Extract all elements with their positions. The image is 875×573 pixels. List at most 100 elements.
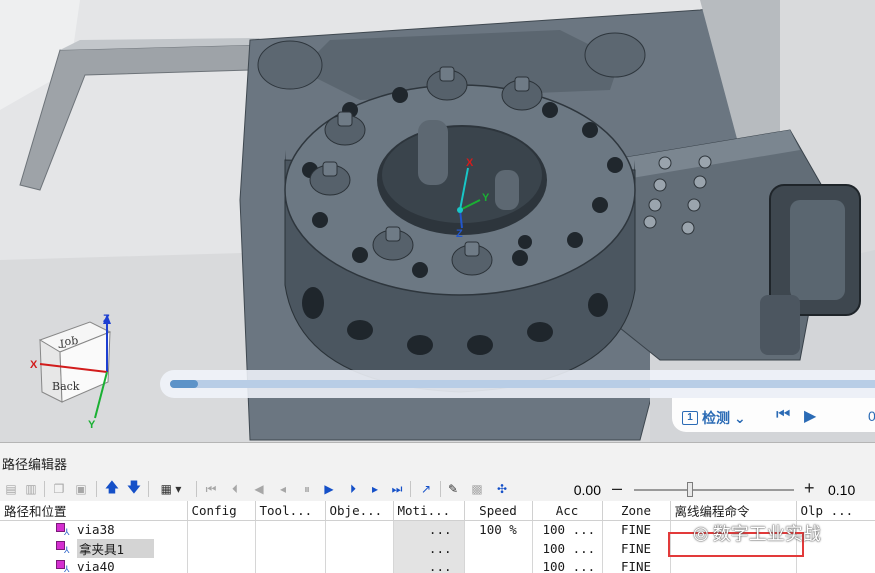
- go-last-icon[interactable]: ⏭: [388, 480, 406, 498]
- delete-row-icon[interactable]: ▥: [22, 480, 40, 498]
- motion-cell[interactable]: ...: [393, 538, 465, 558]
- target-icon: ⅄: [56, 522, 74, 537]
- acc-cell[interactable]: 100 ...: [532, 520, 603, 539]
- panel-title: 路径编辑器: [2, 457, 68, 472]
- step-back-icon[interactable]: ⏴: [226, 480, 244, 498]
- video-controls: 1 检测 ⌄ ⏮ ▶ 0: [672, 398, 875, 432]
- speed-cell[interactable]: [464, 557, 533, 573]
- target-name: via40: [77, 559, 115, 573]
- table-header-row: 路径和位置 Config Tool... Obje... Moti... Spe…: [0, 501, 875, 521]
- toolbar-divider: [410, 481, 411, 497]
- object-cell[interactable]: [325, 520, 394, 539]
- column-header[interactable]: 离线编程命令: [670, 501, 797, 521]
- column-header[interactable]: Obje...: [325, 501, 394, 521]
- video-progress-track[interactable]: [170, 380, 875, 388]
- slider-plus-button[interactable]: +: [804, 478, 815, 499]
- column-header[interactable]: Tool...: [255, 501, 326, 521]
- step-forward-icon[interactable]: ⏵: [344, 480, 362, 498]
- slider-minus-button[interactable]: –: [612, 478, 622, 499]
- speed-cell[interactable]: [464, 538, 533, 558]
- reverse-icon[interactable]: ◂: [274, 480, 292, 498]
- target-icon: ⅄: [56, 559, 74, 573]
- column-header[interactable]: Speed: [464, 501, 533, 521]
- 3d-viewport[interactable]: X Y Z Top Back Z X Y 1 检测 ⌄ ⏮ ▶ 0: [0, 0, 875, 442]
- target-name: 拿夹具1: [77, 538, 155, 558]
- chapter-selector[interactable]: 1 检测 ⌄: [682, 408, 746, 428]
- motion-cell[interactable]: ...: [393, 557, 465, 573]
- path-position-cell[interactable]: ⅄ via38: [0, 520, 188, 539]
- motion-cell[interactable]: ...: [393, 520, 465, 539]
- cube-top-label: Top: [58, 335, 79, 350]
- watermark: ◎ 数字工业实战: [693, 520, 821, 546]
- step-value[interactable]: 0.10: [828, 482, 855, 498]
- column-header[interactable]: Moti...: [393, 501, 465, 521]
- play-forward-icon[interactable]: ▶: [320, 480, 338, 498]
- video-time: 0: [868, 408, 875, 424]
- toolbar-divider: [440, 481, 441, 497]
- jump-to-target-icon[interactable]: ↗: [416, 480, 436, 498]
- cube-back-label: Back: [52, 380, 80, 393]
- path-position-cell[interactable]: ⅄ 拿夹具1: [0, 538, 188, 558]
- path-position-cell[interactable]: ⅄ via40: [0, 557, 188, 573]
- tool-x-label: X: [466, 157, 474, 169]
- simulation-time: 0.00: [573, 482, 601, 498]
- tool-cell[interactable]: [255, 538, 326, 558]
- go-first-icon[interactable]: ⏮: [202, 480, 220, 498]
- add-row-icon[interactable]: ▤: [2, 480, 20, 498]
- tool-y-label: Y: [482, 192, 490, 204]
- move-up-icon[interactable]: 🡅: [104, 479, 120, 498]
- edit-instruction-icon[interactable]: ✎: [444, 480, 462, 498]
- column-header[interactable]: 路径和位置: [0, 501, 188, 521]
- slider-track[interactable]: [634, 489, 794, 491]
- world-x-label: X: [30, 359, 38, 371]
- config-cell[interactable]: [187, 557, 256, 573]
- target-name: via38: [77, 522, 115, 538]
- tool-z-label: Z: [456, 228, 463, 240]
- grid-icon[interactable]: ▩: [468, 480, 486, 498]
- skip-back-icon[interactable]: ⏮: [776, 406, 790, 424]
- frame-align-icon[interactable]: ✣: [492, 480, 512, 498]
- toolbar-divider: [196, 481, 197, 497]
- zone-cell[interactable]: FINE: [602, 557, 671, 573]
- play-backward-icon[interactable]: ◀: [250, 480, 268, 498]
- chapter-number: 1: [682, 411, 698, 425]
- video-progress-bar[interactable]: [160, 370, 875, 398]
- paste-icon[interactable]: ▣: [72, 480, 90, 498]
- copy-icon[interactable]: ❐: [50, 480, 68, 498]
- object-cell[interactable]: [325, 538, 394, 558]
- column-header[interactable]: Config: [187, 501, 256, 521]
- video-progress-fill: [170, 380, 199, 388]
- zone-cell[interactable]: FINE: [602, 520, 671, 539]
- column-header[interactable]: Zone: [602, 501, 671, 521]
- columns-menu-icon[interactable]: ▦ ▾: [154, 480, 188, 498]
- chevron-down-icon: ⌄: [734, 409, 746, 426]
- target-icon: ⅄: [56, 541, 74, 556]
- view-cube[interactable]: Top Back: [38, 321, 112, 403]
- play-icon[interactable]: ▶: [804, 406, 816, 426]
- world-z-label: Z: [103, 313, 110, 325]
- config-cell[interactable]: [187, 538, 256, 558]
- slider-thumb[interactable]: [687, 482, 693, 497]
- column-header[interactable]: Acc: [532, 501, 603, 521]
- tool-cell[interactable]: [255, 557, 326, 573]
- world-y-label: Y: [88, 419, 96, 431]
- olp-cell[interactable]: [796, 557, 875, 573]
- tool-cell[interactable]: [255, 520, 326, 539]
- table-row[interactable]: ⅄ via40 ... 100 ... FINE: [0, 557, 875, 573]
- pause-icon[interactable]: ⏸: [298, 480, 316, 498]
- olp-command-cell[interactable]: [670, 557, 797, 573]
- time-slider[interactable]: – +: [612, 478, 830, 499]
- acc-cell[interactable]: 100 ...: [532, 557, 603, 573]
- zone-cell[interactable]: FINE: [602, 538, 671, 558]
- watermark-text: 数字工业实战: [712, 524, 821, 544]
- wechat-icon: ◎: [693, 522, 709, 543]
- forward-icon[interactable]: ▸: [366, 480, 384, 498]
- move-down-icon[interactable]: 🡇: [126, 479, 142, 498]
- object-cell[interactable]: [325, 557, 394, 573]
- acc-cell[interactable]: 100 ...: [532, 538, 603, 558]
- speed-cell[interactable]: 100 %: [464, 520, 533, 539]
- config-cell[interactable]: [187, 520, 256, 539]
- column-header[interactable]: Olp ...: [796, 501, 875, 521]
- toolbar-divider: [96, 481, 97, 497]
- toolbar-divider: [148, 481, 149, 497]
